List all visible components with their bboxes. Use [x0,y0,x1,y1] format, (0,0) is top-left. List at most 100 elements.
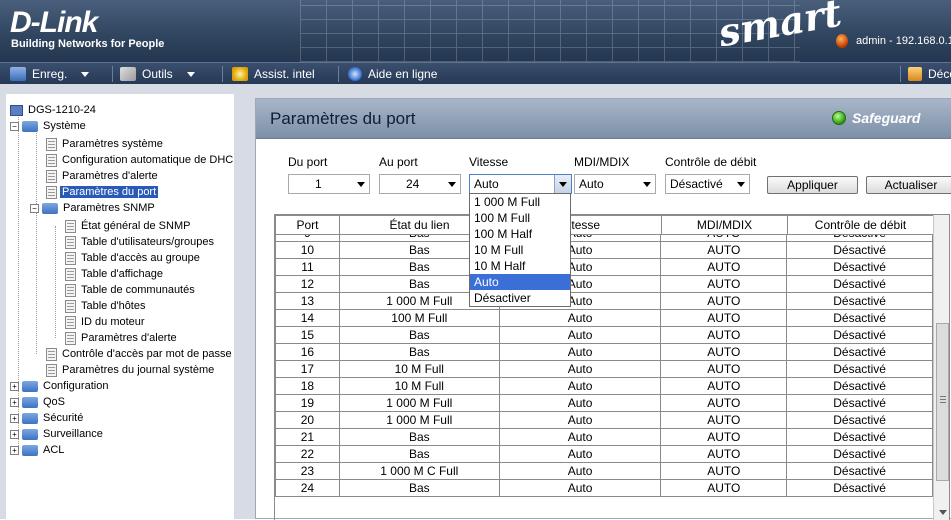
table-row: 13 1 000 M Full Auto AUTO Désactivé [275,292,933,310]
column-header-flow-control: Contrôle de débit [787,215,934,235]
port-cell: 22 [275,445,340,463]
flow-control-cell: Désactivé [786,241,933,259]
speed-option[interactable]: 10 M Full [470,242,570,258]
collapse-icon[interactable]: − [30,203,39,213]
help-button[interactable]: Aide en ligne [348,66,437,82]
apply-button[interactable]: Appliquer [767,176,858,194]
chevron-down-icon [357,182,365,187]
flow-control-cell: Désactivé [786,275,933,293]
tree-item-system[interactable]: − Système [10,118,88,134]
tree-item-qos[interactable]: + QoS [10,394,67,410]
table-row: 23 1 000 M C Full Auto AUTO Désactivé [275,462,933,480]
table-scrollbar[interactable] [933,215,949,520]
banner: D-Link Building Networks for People smar… [0,0,951,62]
expand-icon[interactable]: + [10,397,19,407]
mdi-cell: AUTO [660,275,788,293]
chevron-down-icon [81,72,90,77]
tree-item-label: Paramètres SNMP [63,202,155,214]
speed-cell: Auto [498,428,662,446]
column-header-port: Port [275,215,340,235]
from-port-select[interactable]: 1 [288,174,370,194]
tools-menu[interactable]: Outils [120,66,195,82]
port-cell: 20 [275,411,340,429]
tree-item-port-settings[interactable]: Paramètres du port [46,184,159,200]
port-cell: 11 [275,258,340,276]
mdi-value: Auto [579,177,604,191]
tree-item-snmp[interactable]: − Paramètres SNMP [30,200,157,216]
tree-item-label: Paramètres d'alerte [81,332,177,344]
speed-option[interactable]: 100 M Half [470,226,570,242]
tree-root[interactable]: DGS-1210-24 [10,102,98,118]
tree-item-engine-id[interactable]: ID du moteur [65,314,147,330]
table-row: 10 Bas Auto AUTO Désactivé [275,241,933,259]
tree-item-host-table[interactable]: Table d'hôtes [65,298,147,314]
tree-item-syslog-settings[interactable]: Paramètres du journal système [46,362,216,378]
tree-item-snmp-status[interactable]: État général de SNMP [65,218,192,234]
tree-item-password-access[interactable]: Contrôle d'accès par mot de passe [46,346,234,362]
tree-item-label: Table d'accès au groupe [81,252,200,264]
table-body-viewport: 9BasAutoAUTODésactivé10BasAutoAUTODésact… [275,235,933,520]
mdi-select[interactable]: Auto [574,174,656,194]
status-led-icon [832,111,846,125]
save-menu[interactable]: Enreg. [10,66,90,82]
tree-item-label: Paramètres du port [60,186,159,198]
mdi-label: MDI/MDIX [574,155,630,169]
page-icon [65,283,76,297]
speed-select[interactable]: Auto [469,174,572,194]
tree-item-group-access-table[interactable]: Table d'accès au groupe [65,250,202,266]
tree-item-acl[interactable]: + ACL [10,442,66,458]
folder-open-icon [42,202,58,214]
tree-item-community-table[interactable]: Table de communautés [65,282,197,298]
flow-control-cell: Désactivé [786,479,933,497]
tree-item-security[interactable]: + Sécurité [10,410,85,426]
tree-item-snmp-alert-settings[interactable]: Paramètres d'alerte [65,330,179,346]
speed-option[interactable]: 1 000 M Full [470,194,570,210]
toolbar-divider [338,66,339,82]
link-status-cell: Bas [338,445,500,463]
collapse-icon[interactable]: − [10,121,19,131]
flow-control-cell: Désactivé [786,394,933,412]
user-info-text: admin - 192.168.0.1 [856,34,951,47]
logout-button[interactable]: Déco [908,66,951,82]
tree-item-label: Table d'utilisateurs/groupes [81,236,214,248]
expand-icon[interactable]: + [10,445,19,455]
port-cell: 15 [275,326,340,344]
page-icon [46,347,57,361]
sidebar: DGS-1210-24 − Système Paramètres système … [0,84,241,519]
speed-option[interactable]: Désactiver [470,290,570,306]
refresh-button[interactable]: Actualiser [866,176,951,194]
dropdown-button[interactable] [554,175,571,193]
to-port-select[interactable]: 24 [379,174,461,194]
table-row: 15 Bas Auto AUTO Désactivé [275,326,933,344]
port-cell: 12 [275,275,340,293]
toolbar-divider [900,66,901,82]
tree-item-dhcp-auto[interactable]: Configuration automatique de DHCP [46,152,234,168]
speed-option[interactable]: 10 M Half [470,258,570,274]
speed-option[interactable]: Auto [470,274,570,290]
tree-item-configuration[interactable]: + Configuration [10,378,110,394]
scrollbar-thumb[interactable] [936,323,949,481]
tree-item-system-settings[interactable]: Paramètres système [46,136,165,152]
tree-item-label: Configuration automatique de DHCP [62,154,234,166]
tree-item-monitoring[interactable]: + Surveillance [10,426,105,442]
wizard-button[interactable]: Assist. intel [232,66,315,82]
speed-option[interactable]: 100 M Full [470,210,570,226]
mdi-cell: AUTO [660,360,788,378]
port-cell: 19 [275,394,340,412]
tree-item-user-group-table[interactable]: Table d'utilisateurs/groupes [65,234,216,250]
folder-icon [22,428,38,440]
link-status-cell: Bas [338,479,500,497]
tree-item-alert-settings[interactable]: Paramètres d'alerte [46,168,160,184]
tree-item-label: Paramètres du journal système [62,364,215,376]
page-icon [46,363,57,377]
tree-item-label: Paramètres système [62,138,163,150]
expand-icon[interactable]: + [10,381,19,391]
tree-item-view-table[interactable]: Table d'affichage [65,266,165,282]
expand-icon[interactable]: + [10,429,19,439]
tree-guide [55,226,56,338]
speed-cell: Auto [498,462,662,480]
dlink-logo: D-Link [10,6,98,39]
expand-icon[interactable]: + [10,413,19,423]
flow-control-select[interactable]: Désactivé [665,174,750,194]
scroll-down-icon[interactable] [939,510,947,515]
